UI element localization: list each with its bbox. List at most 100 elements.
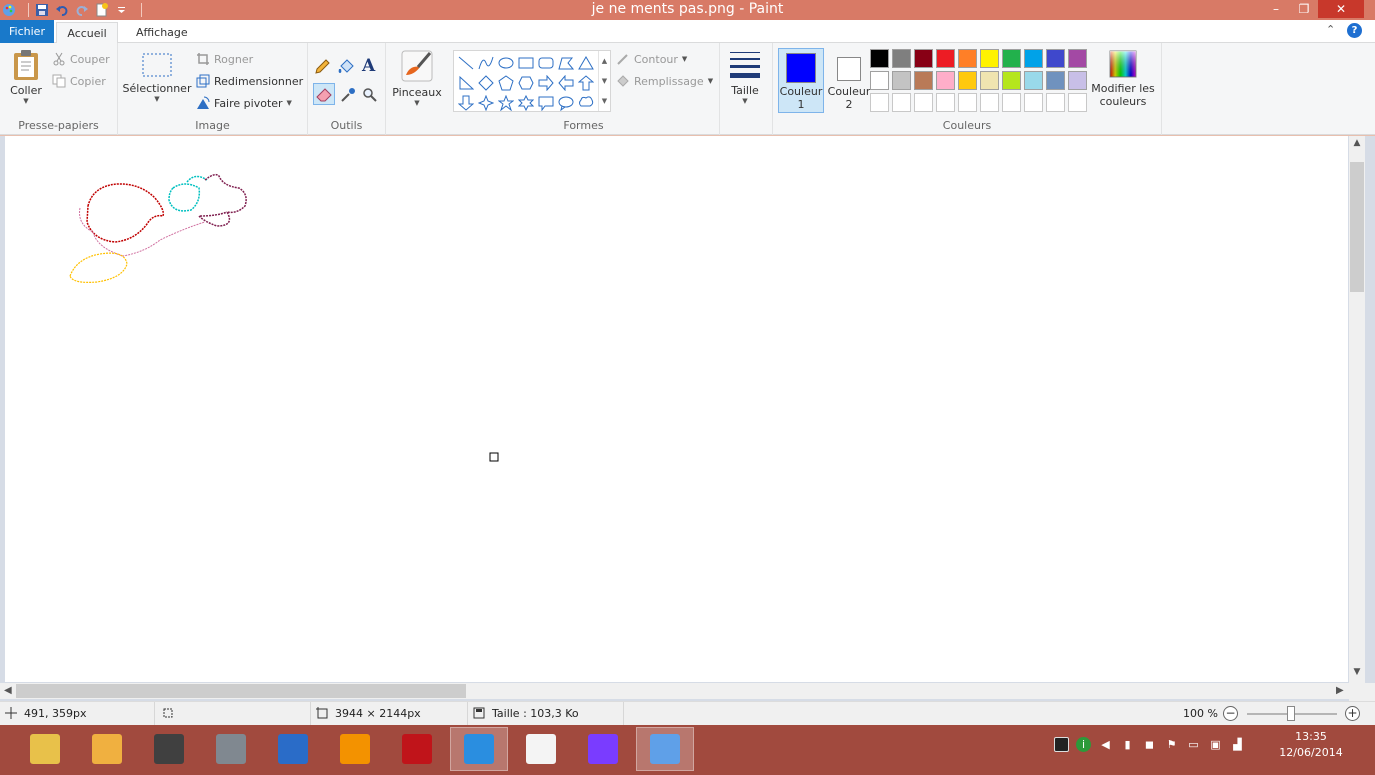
- resize-button[interactable]: Redimensionner: [196, 74, 303, 88]
- gallery-up-icon[interactable]: ▲: [602, 57, 607, 65]
- gallery-down-icon[interactable]: ▼: [602, 77, 607, 85]
- zoom-in-button[interactable]: +: [1345, 706, 1360, 721]
- tab-home[interactable]: Accueil: [56, 22, 118, 44]
- horizontal-scroll-thumb[interactable]: [16, 684, 466, 698]
- five-point-star-shape-icon[interactable]: [496, 93, 516, 113]
- color2-button[interactable]: Couleur 2: [826, 48, 872, 113]
- select-button[interactable]: Sélectionner ▼: [122, 51, 192, 103]
- palette-swatch[interactable]: [1002, 71, 1021, 90]
- triangle-shape-icon[interactable]: [576, 53, 596, 73]
- maximize-button[interactable]: ❐: [1292, 0, 1316, 18]
- right-triangle-shape-icon[interactable]: [456, 73, 476, 93]
- info-icon[interactable]: i: [1076, 737, 1091, 752]
- network-signal-icon[interactable]: ▟: [1230, 737, 1245, 752]
- palette-swatch[interactable]: [980, 93, 999, 112]
- zoom-out-button[interactable]: −: [1223, 706, 1238, 721]
- taskbar-settings-button[interactable]: [264, 727, 322, 771]
- taskbar-vlc-button[interactable]: [326, 727, 384, 771]
- taskbar-file-button[interactable]: [512, 727, 570, 771]
- shapes-gallery-scroll[interactable]: ▲ ▼ ▼: [598, 51, 610, 111]
- outline-button[interactable]: Contour ▼: [616, 52, 687, 66]
- palette-swatch[interactable]: [1046, 93, 1065, 112]
- palette-swatch[interactable]: [870, 71, 889, 90]
- taskbar-power-button[interactable]: [388, 727, 446, 771]
- palette-swatch[interactable]: [1002, 49, 1021, 68]
- tab-file[interactable]: Fichier: [0, 20, 54, 43]
- palette-swatch[interactable]: [1068, 49, 1087, 68]
- left-arrow-shape-icon[interactable]: [556, 73, 576, 93]
- taskbar-app-2-button[interactable]: [78, 727, 136, 771]
- line-shape-icon[interactable]: [456, 53, 476, 73]
- palette-swatch[interactable]: [1002, 93, 1021, 112]
- right-arrow-shape-icon[interactable]: [536, 73, 556, 93]
- palette-swatch[interactable]: [1024, 93, 1043, 112]
- down-arrow-shape-icon[interactable]: [456, 93, 476, 113]
- volume-icon[interactable]: ◀: [1098, 737, 1113, 752]
- palette-swatch[interactable]: [914, 93, 933, 112]
- pentagon-shape-icon[interactable]: [496, 73, 516, 93]
- text-tool-icon[interactable]: A: [362, 56, 375, 76]
- polygon-shape-icon[interactable]: [556, 53, 576, 73]
- gallery-more-icon[interactable]: ▼: [602, 97, 607, 105]
- cut-button[interactable]: Couper: [52, 52, 110, 66]
- display-icon[interactable]: ▭: [1186, 737, 1201, 752]
- palette-swatch[interactable]: [936, 93, 955, 112]
- palette-swatch[interactable]: [1068, 71, 1087, 90]
- tab-view[interactable]: Affichage: [126, 22, 198, 43]
- six-point-star-shape-icon[interactable]: [516, 93, 536, 113]
- hexagon-shape-icon[interactable]: [516, 73, 536, 93]
- vertical-scrollbar[interactable]: ▲ ▼: [1349, 136, 1365, 683]
- scroll-right-icon[interactable]: ▶: [1336, 683, 1344, 699]
- brushes-button[interactable]: Pinceaux ▼: [390, 49, 444, 107]
- scroll-down-icon[interactable]: ▼: [1349, 667, 1365, 677]
- rounded-rectangle-shape-icon[interactable]: [536, 53, 556, 73]
- palette-swatch[interactable]: [892, 49, 911, 68]
- eraser-icon[interactable]: [313, 83, 335, 105]
- scroll-left-icon[interactable]: ◀: [4, 683, 12, 699]
- paste-button[interactable]: Coller ▼: [6, 49, 46, 105]
- size-button[interactable]: Taille ▼: [724, 49, 766, 105]
- rect-callout-shape-icon[interactable]: [536, 93, 556, 113]
- palette-swatch[interactable]: [980, 71, 999, 90]
- four-point-star-shape-icon[interactable]: [476, 93, 496, 113]
- up-arrow-shape-icon[interactable]: [576, 73, 596, 93]
- flag-icon[interactable]: ⚑: [1164, 737, 1179, 752]
- fill-button[interactable]: Remplissage ▼: [616, 74, 713, 88]
- minimize-button[interactable]: –: [1264, 0, 1288, 18]
- crop-button[interactable]: Rogner: [196, 52, 253, 66]
- color1-button[interactable]: Couleur 1: [778, 48, 824, 113]
- palette-swatch[interactable]: [1024, 71, 1043, 90]
- clock[interactable]: 13:35 12/06/2014: [1276, 729, 1346, 761]
- palette-swatch[interactable]: [892, 93, 911, 112]
- cup-icon[interactable]: ◼: [1142, 737, 1157, 752]
- taskbar-video-button[interactable]: [574, 727, 632, 771]
- tray-app-icon[interactable]: [1054, 737, 1069, 752]
- palette-swatch[interactable]: [914, 49, 933, 68]
- palette-swatch[interactable]: [1068, 93, 1087, 112]
- palette-swatch[interactable]: [936, 71, 955, 90]
- rotate-button[interactable]: Faire pivoter ▼: [196, 96, 292, 110]
- palette-swatch[interactable]: [892, 71, 911, 90]
- keyboard-icon[interactable]: ▣: [1208, 737, 1223, 752]
- vertical-scroll-thumb[interactable]: [1350, 162, 1364, 292]
- palette-swatch[interactable]: [1024, 49, 1043, 68]
- close-button[interactable]: ✕: [1318, 0, 1364, 18]
- cloud-callout-shape-icon[interactable]: [576, 93, 596, 113]
- palette-swatch[interactable]: [958, 93, 977, 112]
- taskbar-paint-button[interactable]: [636, 727, 694, 771]
- palette-swatch[interactable]: [958, 71, 977, 90]
- color-picker-icon[interactable]: [340, 87, 356, 103]
- usb-icon[interactable]: ▮: [1120, 737, 1135, 752]
- curve-shape-icon[interactable]: [476, 53, 496, 73]
- pencil-icon[interactable]: [314, 59, 330, 75]
- minimize-ribbon-icon[interactable]: ⌃: [1326, 23, 1335, 36]
- taskbar-explorer-button[interactable]: [16, 727, 74, 771]
- palette-swatch[interactable]: [958, 49, 977, 68]
- fill-bucket-icon[interactable]: [338, 59, 354, 75]
- magnifier-icon[interactable]: [362, 87, 378, 103]
- help-icon[interactable]: ?: [1347, 23, 1362, 38]
- scroll-up-icon[interactable]: ▲: [1349, 138, 1365, 148]
- taskbar-internet-explorer-button[interactable]: [450, 727, 508, 771]
- horizontal-scrollbar[interactable]: ◀ ▶: [0, 683, 1349, 699]
- diamond-shape-icon[interactable]: [476, 73, 496, 93]
